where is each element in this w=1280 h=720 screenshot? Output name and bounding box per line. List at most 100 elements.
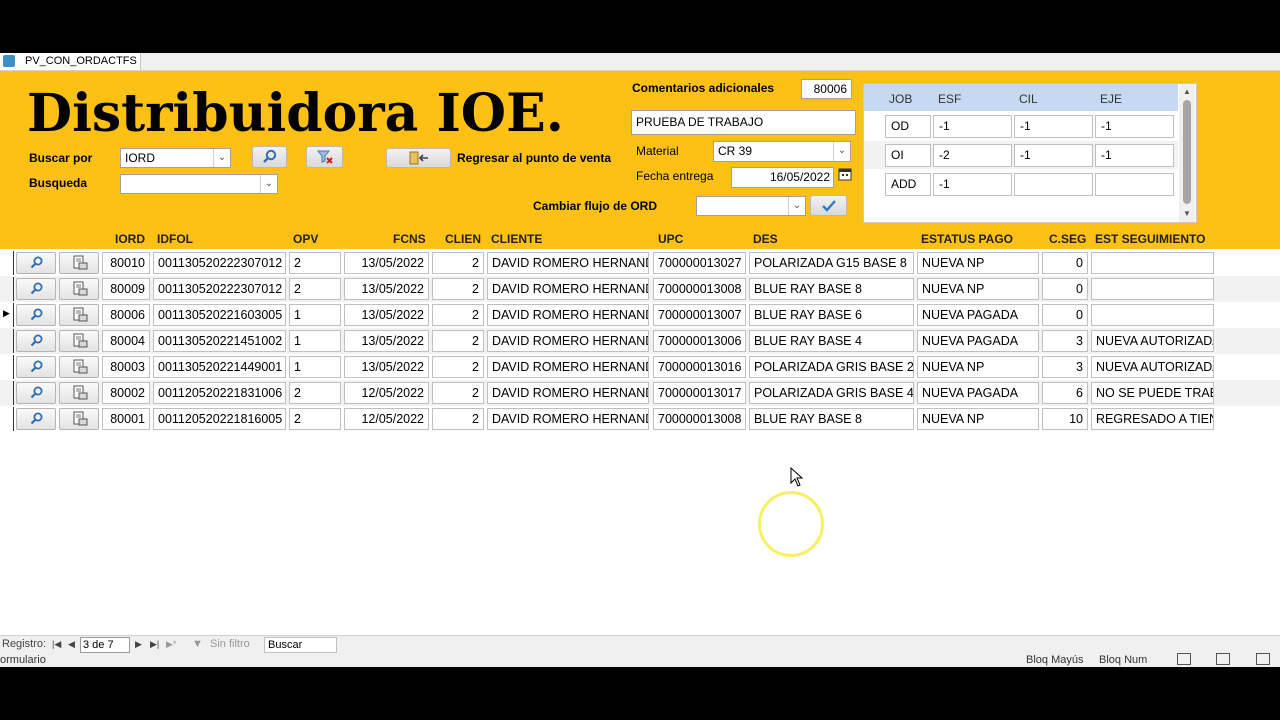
est-seguimiento-cell[interactable]: NUEVA AUTORIZADA: [1091, 356, 1214, 378]
calendar-icon[interactable]: [838, 167, 852, 181]
scroll-down-icon[interactable]: ▼: [1183, 209, 1191, 218]
sin-filtro-label[interactable]: Sin filtro: [210, 636, 250, 653]
record-selector[interactable]: [0, 407, 14, 431]
cseg-cell[interactable]: 0: [1042, 252, 1088, 274]
print-order-button[interactable]: [59, 382, 99, 404]
order-number-field[interactable]: 80006: [801, 79, 852, 99]
est-seguimiento-cell[interactable]: NUEVA AUTORIZADA: [1091, 330, 1214, 352]
upc-cell[interactable]: 700000013017: [653, 382, 746, 404]
des-cell[interactable]: POLARIZADA GRIS BASE 2: [749, 356, 914, 378]
estatus-pago-cell[interactable]: NUEVA PAGADA: [917, 382, 1039, 404]
cliente-cell[interactable]: DAVID ROMERO HERNANDEZ: [487, 304, 649, 326]
table-row[interactable]: 80001 001120520221816005 2 12/05/2022 2 DAVID…: [0, 406, 1280, 432]
record-selector[interactable]: [0, 381, 14, 405]
opv-cell[interactable]: 2: [289, 408, 341, 430]
cseg-cell[interactable]: 6: [1042, 382, 1088, 404]
eje-cell[interactable]: -1: [1095, 144, 1174, 167]
des-cell[interactable]: BLUE RAY BASE 8: [749, 408, 914, 430]
apply-flow-button[interactable]: [810, 195, 847, 216]
fcns-cell[interactable]: 13/05/2022: [344, 252, 429, 274]
estatus-pago-cell[interactable]: NUEVA NP: [917, 408, 1039, 430]
prev-record-icon[interactable]: ◀: [68, 636, 75, 653]
opv-cell[interactable]: 2: [289, 382, 341, 404]
des-cell[interactable]: BLUE RAY BASE 6: [749, 304, 914, 326]
esf-cell[interactable]: -1: [933, 115, 1012, 138]
des-cell[interactable]: POLARIZADA GRIS BASE 4: [749, 382, 914, 404]
cseg-cell[interactable]: 3: [1042, 356, 1088, 378]
cambiar-flujo-combo[interactable]: ⌄: [696, 196, 806, 216]
last-record-icon[interactable]: ▶|: [150, 636, 159, 653]
view-order-button[interactable]: [16, 330, 56, 352]
upc-cell[interactable]: 700000013027: [653, 252, 746, 274]
print-order-button[interactable]: [59, 408, 99, 430]
iord-cell[interactable]: 80003: [102, 356, 150, 378]
table-row[interactable]: ▶ 80006 001130520221603005 1 13/05/2022 2 DAVI…: [0, 302, 1280, 328]
busqueda-combo[interactable]: ⌄: [120, 174, 278, 194]
estatus-pago-cell[interactable]: NUEVA PAGADA: [917, 330, 1039, 352]
print-order-button[interactable]: [59, 330, 99, 352]
search-button[interactable]: [252, 146, 287, 168]
iord-cell[interactable]: 80009: [102, 278, 150, 300]
table-row[interactable]: 80003 001130520221449001 1 13/05/2022 2 DAVID…: [0, 354, 1280, 380]
clear-filter-button[interactable]: [306, 146, 343, 168]
cseg-cell[interactable]: 3: [1042, 330, 1088, 352]
est-seguimiento-cell[interactable]: [1091, 252, 1214, 274]
print-order-button[interactable]: [59, 278, 99, 300]
fcns-cell[interactable]: 12/05/2022: [344, 382, 429, 404]
cil-cell[interactable]: [1014, 173, 1093, 196]
est-seguimiento-cell[interactable]: REGRESADO A TIENDA: [1091, 408, 1214, 430]
opv-cell[interactable]: 1: [289, 330, 341, 352]
table-row[interactable]: 80010 001130520222307012 2 13/05/2022 2 DAVID…: [0, 250, 1280, 276]
job-label-cell[interactable]: OD: [885, 115, 931, 138]
clien-cell[interactable]: 2: [432, 330, 484, 352]
form-tab[interactable]: PV_CON_ORDACTFS: [0, 53, 141, 70]
des-cell[interactable]: POLARIZADA G15 BASE 8: [749, 252, 914, 274]
next-record-icon[interactable]: ▶: [135, 636, 142, 653]
estatus-pago-cell[interactable]: NUEVA NP: [917, 278, 1039, 300]
record-selector[interactable]: [0, 329, 14, 353]
eje-cell[interactable]: -1: [1095, 115, 1174, 138]
clien-cell[interactable]: 2: [432, 382, 484, 404]
iord-cell[interactable]: 80010: [102, 252, 150, 274]
view-order-button[interactable]: [16, 356, 56, 378]
idfol-cell[interactable]: 001130520221451002: [153, 330, 286, 352]
estatus-pago-cell[interactable]: NUEVA PAGADA: [917, 304, 1039, 326]
print-order-button[interactable]: [59, 304, 99, 326]
chevron-down-icon[interactable]: ⌄: [833, 142, 850, 161]
clien-cell[interactable]: 2: [432, 278, 484, 300]
fcns-cell[interactable]: 12/05/2022: [344, 408, 429, 430]
idfol-cell[interactable]: 001120520221816005: [153, 408, 286, 430]
esf-cell[interactable]: -1: [933, 173, 1012, 196]
est-seguimiento-cell[interactable]: [1091, 278, 1214, 300]
clien-cell[interactable]: 2: [432, 408, 484, 430]
cliente-cell[interactable]: DAVID ROMERO HERNANDEZ: [487, 408, 649, 430]
table-row[interactable]: 80009 001130520222307012 2 13/05/2022 2 DAVID…: [0, 276, 1280, 302]
clien-cell[interactable]: 2: [432, 356, 484, 378]
chevron-down-icon[interactable]: ⌄: [213, 149, 230, 167]
job-scrollbar[interactable]: ▲ ▼: [1179, 84, 1195, 222]
idfol-cell[interactable]: 001130520221603005: [153, 304, 286, 326]
record-selector[interactable]: [0, 277, 14, 301]
cil-cell[interactable]: -1: [1014, 115, 1093, 138]
opv-cell[interactable]: 1: [289, 304, 341, 326]
cseg-cell[interactable]: 10: [1042, 408, 1088, 430]
print-order-button[interactable]: [59, 356, 99, 378]
form-view-icon[interactable]: [1177, 653, 1191, 665]
cliente-cell[interactable]: DAVID ROMERO HERNANDEZ: [487, 278, 649, 300]
view-order-button[interactable]: [16, 278, 56, 300]
eje-cell[interactable]: [1095, 173, 1174, 196]
datasheet-view-icon[interactable]: [1216, 653, 1230, 665]
search-records-field[interactable]: Buscar: [264, 637, 337, 653]
idfol-cell[interactable]: 001120520221831006: [153, 382, 286, 404]
fcns-cell[interactable]: 13/05/2022: [344, 356, 429, 378]
estatus-pago-cell[interactable]: NUEVA NP: [917, 252, 1039, 274]
regresar-button[interactable]: [386, 148, 451, 168]
est-seguimiento-cell[interactable]: [1091, 304, 1214, 326]
est-seguimiento-cell[interactable]: NO SE PUEDE TRABAJAR: [1091, 382, 1214, 404]
des-cell[interactable]: BLUE RAY BASE 8: [749, 278, 914, 300]
fcns-cell[interactable]: 13/05/2022: [344, 330, 429, 352]
upc-cell[interactable]: 700000013008: [653, 278, 746, 300]
material-combo[interactable]: CR 39 ⌄: [713, 141, 851, 162]
scroll-thumb[interactable]: [1183, 100, 1191, 204]
upc-cell[interactable]: 700000013006: [653, 330, 746, 352]
